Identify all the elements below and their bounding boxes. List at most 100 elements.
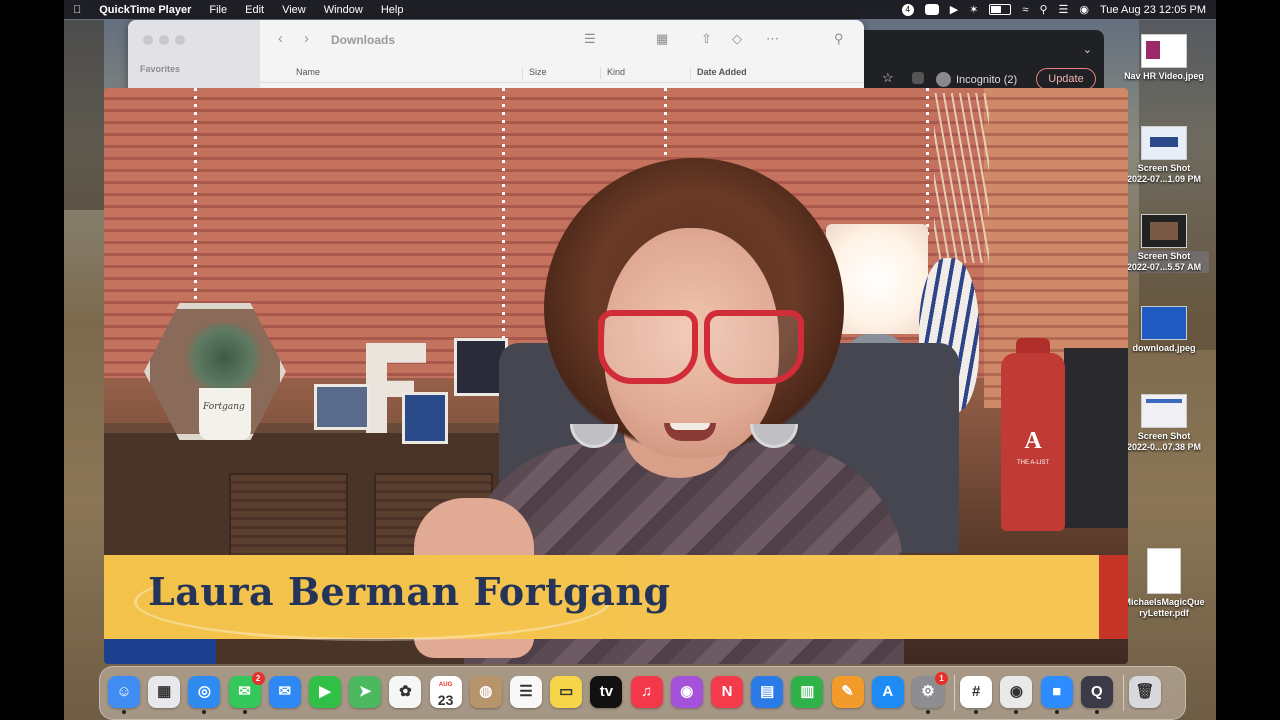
dock-trash-icon[interactable]: 🗑 [1129,676,1161,708]
dock-launchpad-icon[interactable]: ▦ [148,676,181,708]
menubar-clock[interactable]: Tue Aug 23 12:05 PM [1100,4,1206,16]
running-indicator [122,710,126,714]
extension-icon[interactable] [912,72,924,84]
file-name-line2: 2022-07...1.09 PM [1126,174,1202,184]
image-thumbnail-icon [1141,34,1187,68]
dock-app-store-icon[interactable]: A [871,676,904,708]
status-area: 4 ▶ ✶ ≈ ⚲ ☰ ◉ Tue Aug 23 12:05 PM [901,3,1216,16]
zoom-window-button[interactable] [175,35,185,45]
screenshot-thumbnail-icon [1141,214,1187,248]
dock-news-icon[interactable]: N [711,676,743,708]
control-center-icon[interactable]: ☰ [1059,3,1069,16]
dock-contacts-icon[interactable]: ◍ [469,676,502,708]
screen-frame:  QuickTime Player File Edit View Window… [64,0,1216,720]
tag-icon[interactable]: ◇ [732,31,742,47]
bluetooth-icon[interactable]: ✶ [969,3,978,16]
apple-icon[interactable]:  [64,4,90,16]
dock-slack-icon[interactable]: # [960,676,993,714]
desktop-file-icon[interactable]: Nav HR Video.jpeg [1119,34,1209,82]
bookmark-star-icon[interactable]: ☆ [882,70,894,86]
file-name-line2: 2022-07...5.57 AM [1119,262,1209,273]
app-menu[interactable]: QuickTime Player [90,4,200,16]
dock-messages-icon[interactable]: ✉ 2 [228,672,265,714]
menu-edit[interactable]: Edit [236,4,273,16]
dock-zoom-icon[interactable]: ■ [1040,676,1073,714]
group-icon[interactable]: ▦ [656,31,668,47]
dock-notes-icon[interactable]: ▭ [550,676,583,708]
menu-view[interactable]: View [273,4,315,16]
siri-icon[interactable]: ◉ [1079,3,1089,16]
column-size[interactable]: Size [522,67,547,79]
dock-calendar-icon[interactable]: AUG 23 [429,676,462,708]
glasses-left [598,310,698,384]
file-name-line2: 2022-0...07.38 PM [1126,442,1202,452]
column-name[interactable]: Name [290,67,320,79]
dock-pages-icon[interactable]: ✎ [831,676,864,708]
battery-icon[interactable] [989,4,1012,15]
running-indicator [974,710,979,714]
tab-search-chevron-icon[interactable]: ⌄ [1083,43,1092,56]
screenshot-thumbnail-icon [1141,394,1187,428]
list-view-icon[interactable]: ☰ [584,31,596,47]
dock-tv-icon[interactable]: tv [590,676,623,708]
play-status-icon[interactable]: ▶ [950,3,958,16]
wifi-icon[interactable]: ≈ [1022,4,1028,16]
dock-quicktime-player-icon[interactable]: Q [1080,676,1113,714]
dried-stems [934,93,989,263]
incognito-label: Incognito (2) [956,73,1018,86]
quicktime-video[interactable]: Fortgang A THE A-LIST Laura Berman Fortg… [104,88,1128,664]
dock-reminders-icon[interactable]: ☰ [510,676,542,708]
dock-finder-icon[interactable]: ☺ [108,676,140,714]
file-name: Screen Shot [1137,431,1191,441]
dock-numbers-icon[interactable]: ▥ [791,676,824,708]
back-icon[interactable]: ‹ [278,30,283,47]
menu-window[interactable]: Window [315,4,372,16]
more-actions-icon[interactable]: ⋯ [766,31,779,47]
monitor [1064,348,1128,528]
forward-icon[interactable]: › [304,30,309,47]
wallpaper-tree [64,20,104,210]
desktop-file-icon[interactable]: Screen Shot 2022-0...07.38 PM [1119,394,1209,453]
dock-chrome-icon[interactable]: ◉ [1000,676,1033,714]
column-date-added[interactable]: Date Added [690,67,747,79]
dock-keynote-icon[interactable]: ▤ [751,676,784,708]
dock-maps-icon[interactable]: ➤ [349,676,382,708]
speaker-name: Laura Berman Fortgang [148,569,671,614]
dock-facetime-icon[interactable]: ▶ [309,676,341,708]
chrome-update-button[interactable]: Update [1036,68,1096,90]
notification-count-icon[interactable]: 4 [901,3,914,16]
desktop-file-icon[interactable]: MichaelsMagicQue ryLetter.pdf [1119,548,1209,619]
dock-system-preferences-icon[interactable]: ⚙ 1 [912,672,948,714]
dock-mail-icon[interactable]: ✉ [268,676,301,708]
blind-cord [926,88,929,238]
running-indicator [1094,710,1099,714]
dock: ☺ ▦ ◎ ✉ 2 ✉ ▶ ➤ ✿ AUG 23 ◍ ☰ ▭ tv ♫ ◉ N ▤ ▥ ✎ A ⚙ 1 # ◉ ■ Q 🗑 [99,666,1186,720]
desktop-file-icon[interactable]: Screen Shot 2022-07...5.57 AM [1119,214,1209,273]
finder-title: Downloads [331,33,396,47]
dock-photos-icon[interactable]: ✿ [389,676,422,708]
running-indicator [242,710,247,714]
glasses-right [704,310,804,384]
incognito-profile[interactable]: Incognito (2) [936,72,1017,87]
plant-pot: Fortgang [199,388,251,440]
column-kind[interactable]: Kind [600,67,625,79]
menu-help[interactable]: Help [372,4,413,16]
dock-podcasts-icon[interactable]: ◉ [670,676,703,708]
finder-column-header: Name Size Kind Date Added [260,64,864,83]
file-name-line2: ryLetter.pdf [1139,608,1189,618]
incognito-icon [936,72,951,87]
close-window-button[interactable] [143,35,153,45]
image-thumbnail-icon [1141,306,1187,340]
minimize-window-button[interactable] [159,35,169,45]
desktop-file-icon[interactable]: download.jpeg [1119,306,1209,354]
dock-music-icon[interactable]: ♫ [630,676,663,708]
desktop-file-icon[interactable]: Screen Shot 2022-07...1.09 PM [1119,126,1209,185]
share-icon[interactable]: ⇧ [701,31,712,47]
search-icon[interactable]: ⚲ [834,31,844,47]
spotlight-search-icon[interactable]: ⚲ [1039,3,1047,16]
calendar-month: AUG [438,682,453,688]
dock-safari-icon[interactable]: ◎ [188,676,221,714]
menu-file[interactable]: File [200,4,236,16]
zoom-status-icon[interactable] [924,4,939,15]
file-name: Screen Shot [1119,251,1209,262]
